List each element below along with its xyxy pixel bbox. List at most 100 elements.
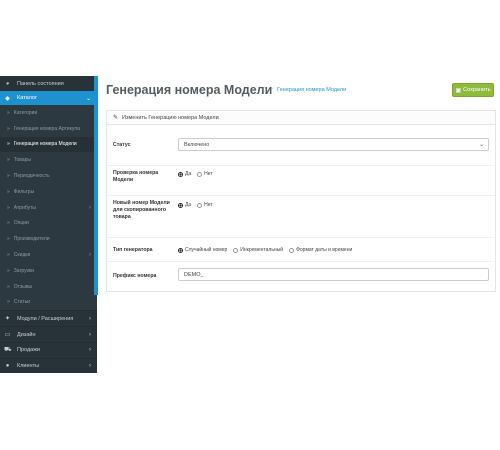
sidebar-subitem-recurring[interactable]: » Периодичность	[0, 168, 97, 184]
sidebar-item-catalog[interactable]: ◆ Каталог ⌄	[0, 91, 97, 105]
dashboard-icon: ◕	[5, 80, 10, 87]
sidebar-item-label: Каталог	[17, 95, 37, 101]
radio-label: Да	[185, 202, 192, 208]
radio-button[interactable]	[197, 171, 203, 177]
sidebar-item-label: Дизайн	[17, 331, 36, 338]
sidebar-subitem-label: Скидки	[13, 252, 31, 259]
chevron-right-icon: ›	[89, 252, 91, 259]
sidebar-subitem-products[interactable]: » Товары	[0, 152, 97, 169]
form-row-check-model: Проверка номера Модели Да Нет	[107, 165, 495, 195]
save-button[interactable]: ▣ Сохранить	[452, 83, 494, 97]
sidebar-subitem-label: Статьи	[13, 299, 30, 306]
sidebar-subitem-label: Категории	[13, 109, 38, 116]
sidebar-subitem-label: Опции	[13, 220, 29, 227]
generator-incremental[interactable]: Инкрементальный	[233, 247, 283, 253]
new-model-copy-label: Новый номер Модели для скопированного то…	[113, 200, 170, 220]
sidebar-subitem-downloads[interactable]: » Загрузки	[0, 262, 97, 279]
radio-button[interactable]	[289, 247, 295, 253]
sidebar-subitem-sku-generation[interactable]: » Генерация номера Артикула	[0, 120, 97, 137]
sidebar-subitem-attributes[interactable]: » Атрибуты ›	[0, 199, 97, 216]
sidebar-item-sales[interactable]: ⛟ Продажи ›	[0, 341, 97, 358]
sidebar: ◕ Панель состояния ◆ Каталог ⌄ » Категор…	[0, 76, 97, 373]
status-select-value: Включено	[184, 141, 210, 148]
generator-type-label: Тип генератора	[113, 247, 153, 253]
chevron-right-icon: »	[7, 299, 10, 306]
sidebar-subitem-label: Генерация номера Артикула	[13, 125, 80, 132]
chevron-right-icon: »	[7, 141, 10, 148]
chevron-right-icon: ›	[89, 204, 91, 211]
check-model-yes[interactable]: Да	[178, 171, 191, 177]
generator-type-radios: Случайный номер Инкрементальный Формат д…	[178, 247, 358, 253]
breadcrumb[interactable]: Генерация номера Модели	[277, 87, 346, 93]
sidebar-item-extensions[interactable]: ✦ Модули / Расширения ›	[0, 310, 97, 327]
sidebar-item-label: Продажи	[17, 347, 40, 354]
user-icon: ●	[5, 363, 10, 370]
sidebar-subitem-categories[interactable]: » Категории	[0, 105, 97, 121]
form-row-status: Статус Включено ⌄	[107, 125, 495, 165]
panel-heading: ✎ Изменить Генерацию номера Модели	[107, 111, 495, 125]
radio-label: Случайный номер	[185, 247, 228, 253]
check-model-radios: Да Нет	[178, 171, 219, 177]
sidebar-subitem-articles[interactable]: » Статьи	[0, 294, 97, 311]
sidebar-subitem-reviews[interactable]: » Отзывы	[0, 278, 97, 295]
pencil-icon: ✎	[113, 115, 119, 121]
cart-icon: ⛟	[4, 347, 12, 354]
radio-label: Да	[185, 171, 192, 177]
chevron-right-icon: »	[7, 283, 10, 290]
puzzle-icon: ✦	[4, 316, 11, 323]
sidebar-subitem-options[interactable]: » Опции	[0, 215, 97, 232]
save-button-label: Сохранить	[463, 87, 491, 93]
sidebar-item-dashboard[interactable]: ◕ Панель состояния	[0, 76, 97, 91]
new-model-copy-yes[interactable]: Да	[178, 202, 191, 208]
prefix-input[interactable]: DEMO_	[178, 268, 489, 281]
sidebar-item-design[interactable]: ▭ Дизайн ›	[0, 326, 97, 342]
monitor-icon: ▭	[4, 332, 11, 339]
radio-label: Формат даты и времени	[296, 247, 353, 253]
generator-datetime[interactable]: Формат даты и времени	[289, 247, 352, 253]
radio-button[interactable]	[233, 247, 239, 253]
prefix-input-value: DEMO_	[184, 271, 204, 278]
sidebar-accent-bar	[94, 76, 98, 295]
sidebar-subitem-label: Загрузки	[13, 267, 34, 274]
radio-button[interactable]	[178, 202, 183, 208]
new-model-copy-radios: Да Нет	[178, 202, 219, 208]
form-row-generator-type: Тип генератора Случайный номер Инкремент…	[107, 237, 495, 261]
sidebar-subitem-discounts[interactable]: » Скидки ›	[0, 247, 97, 263]
tag-icon: ◆	[5, 95, 10, 102]
radio-label: Инкрементальный	[240, 247, 284, 253]
check-model-no[interactable]: Нет	[197, 171, 213, 177]
sidebar-subitem-label: Генерация номера Модели	[13, 141, 77, 148]
chevron-right-icon: »	[7, 125, 10, 132]
panel-heading-text: Изменить Генерацию номера Модели	[122, 114, 219, 121]
radio-button[interactable]	[178, 247, 183, 253]
sidebar-subitem-filters[interactable]: » Фильтры	[0, 183, 97, 200]
breadcrumb-separator: ›	[271, 86, 273, 92]
radio-label: Нет	[204, 171, 213, 177]
save-icon: ▣	[455, 87, 462, 94]
sidebar-item-label: Панель состояния	[17, 80, 64, 87]
sidebar-subitem-label: Атрибуты	[13, 204, 37, 211]
sidebar-subitem-manufacturers[interactable]: » Производители	[0, 231, 97, 248]
status-select[interactable]: Включено ⌄	[178, 138, 489, 151]
sidebar-subitem-label: Фильтры	[13, 188, 35, 195]
home-icon[interactable]: ⌂	[262, 86, 266, 93]
page-title: Генерация номера Модели	[106, 83, 273, 97]
sidebar-item-customers[interactable]: ● Клиенты ›	[0, 357, 97, 373]
chevron-right-icon: »	[7, 267, 10, 274]
radio-button[interactable]	[178, 171, 183, 177]
sidebar-item-label: Клиенты	[17, 363, 40, 370]
sidebar-subitem-label: Отзывы	[13, 283, 33, 290]
radio-button[interactable]	[197, 202, 203, 208]
sidebar-subitem-model-generation[interactable]: » Генерация номера Модели	[0, 136, 97, 153]
radio-label: Нет	[204, 202, 213, 208]
chevron-down-icon: ⌄	[85, 95, 91, 102]
sidebar-subitem-label: Производители	[13, 236, 50, 243]
chevron-right-icon: »	[7, 173, 10, 180]
new-model-copy-no[interactable]: Нет	[197, 202, 213, 208]
chevron-right-icon: »	[7, 204, 10, 211]
chevron-right-icon: ›	[89, 347, 91, 354]
form-row-prefix: Префикс номера DEMO_	[107, 261, 495, 291]
chevron-right-icon: »	[7, 236, 10, 243]
generator-random[interactable]: Случайный номер	[178, 247, 227, 253]
chevron-right-icon: ›	[89, 315, 91, 322]
